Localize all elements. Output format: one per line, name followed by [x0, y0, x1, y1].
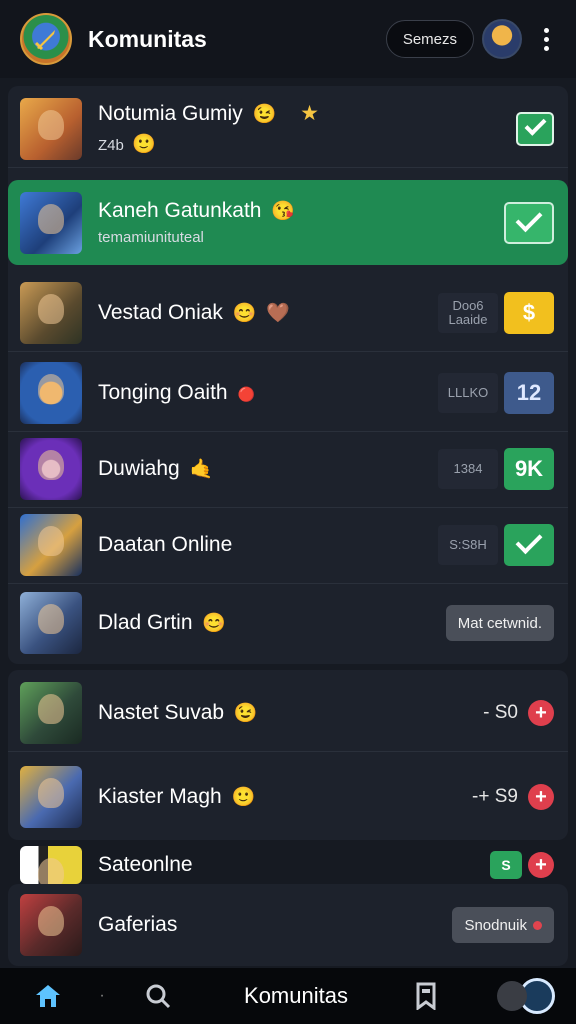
emoji: 🤙 [189, 458, 214, 480]
bottom-navigation: · Komunitas [0, 968, 576, 1024]
row-title: Daatan Online [98, 532, 233, 556]
community-thumbnail [20, 361, 82, 424]
emoji: 😘 [271, 201, 295, 222]
coin-badge-button[interactable]: $ [504, 291, 554, 334]
add-icon[interactable]: + [528, 784, 554, 810]
emoji: 🔴 [237, 385, 255, 402]
row-subtitle: temamiunituteal [98, 229, 204, 246]
community-thumbnail [20, 437, 82, 500]
nav-community[interactable]: Komunitas [208, 983, 384, 1009]
nav-dot: · [99, 987, 105, 1004]
list-item[interactable]: Vestad Oniak 😊 🤎 Doo6 Laaide $ [8, 274, 568, 352]
home-icon [36, 985, 60, 1007]
community-thumbnail [20, 846, 82, 884]
list-item[interactable]: Nastet Suvab 😉 - S0 + [8, 674, 568, 752]
row-title: Vestad Oniak [98, 300, 223, 324]
app-logo[interactable] [20, 13, 72, 65]
emoji: 😉 [252, 104, 277, 125]
row-title: Tonging Oaith [98, 380, 228, 404]
list-item[interactable]: Dlad Grtin 😊 Mat cetwnid. [8, 584, 568, 662]
member-count: 1384 [438, 448, 498, 489]
list-item[interactable]: Daatan Online S:S8H [8, 506, 568, 584]
emoji: 🙂 [231, 787, 256, 808]
member-count: LLLKO [438, 372, 498, 413]
row-title: Kaneh Gatunkath [98, 199, 262, 222]
member-count: S:S8H [438, 524, 498, 565]
add-icon[interactable]: + [528, 699, 554, 726]
score-value: - S0 [483, 701, 518, 723]
community-thumbnail [20, 281, 82, 344]
list-item[interactable]: Notumia Gumiy 😉 ★ Z4b 🙂 [8, 90, 568, 168]
add-icon[interactable]: + [528, 852, 554, 878]
score-value: -+ S9 [472, 786, 518, 807]
row-title: Dlad Grtin [98, 611, 193, 634]
community-thumbnail [20, 191, 82, 254]
community-thumbnail [20, 894, 82, 956]
nav-profile[interactable] [468, 978, 576, 1014]
profile-icon [497, 981, 527, 1011]
action-label: Snodnuik [464, 916, 527, 934]
count-badge-button[interactable]: 12 [504, 371, 554, 414]
check-icon [524, 113, 546, 136]
community-thumbnail [20, 681, 82, 744]
nav-home[interactable] [0, 983, 96, 1009]
nav-search[interactable] [108, 982, 208, 1010]
emoji: 🙂 [132, 134, 156, 155]
row-title: Sateonlne [98, 853, 193, 876]
community-action-button[interactable]: Snodnuik [452, 907, 554, 943]
count-badge-button[interactable]: 9K [504, 447, 554, 490]
community-thumbnail [20, 766, 82, 828]
list-item[interactable]: Kiaster Magh 🙂 -+ S9 + [8, 758, 568, 836]
search-icon [146, 984, 171, 1009]
page-title: Komunitas [88, 25, 207, 52]
notification-dot [533, 920, 542, 930]
list-item[interactable]: Tonging Oaith 🔴 LLLKO 12 [8, 354, 568, 432]
sword-icon [34, 30, 55, 51]
row-title: Notumia Gumiy [98, 102, 243, 125]
nav-bookmarks[interactable] [384, 982, 468, 1010]
emoji: 😊 [202, 613, 227, 634]
more-options-icon[interactable] [532, 19, 560, 59]
community-thumbnail [20, 592, 82, 654]
avatar[interactable] [482, 19, 522, 59]
list-item[interactable]: Duwiahg 🤙 1384 9K [8, 430, 568, 508]
joined-check-button[interactable] [504, 201, 554, 244]
row-title: Kiaster Magh [98, 785, 222, 808]
app-header: Komunitas Semezs [0, 0, 576, 78]
joined-check-button[interactable] [504, 523, 554, 566]
emoji: 😊 [232, 302, 257, 324]
list-item[interactable]: Gaferias Snodnuik [8, 886, 568, 964]
row-title: Duwiahg [98, 456, 180, 480]
nav-community-label: Komunitas [244, 983, 348, 1008]
check-icon [515, 204, 543, 232]
emoji: 😉 [233, 702, 258, 724]
row-subtitle: Z4b [98, 137, 124, 154]
row-title: Nastet Suvab [98, 700, 225, 724]
check-icon [515, 526, 543, 554]
search-button[interactable]: Semezs [385, 20, 474, 58]
community-action-button[interactable]: Mat cetwnid. [445, 605, 554, 641]
bookmark-icon [416, 982, 436, 1010]
emoji: 🤎 [266, 302, 290, 324]
community-thumbnail [20, 97, 82, 160]
star-icon: ★ [300, 102, 319, 125]
joined-check-button[interactable] [516, 111, 554, 146]
list-item[interactable]: Sateonlne S + [8, 846, 568, 884]
list-item-selected[interactable]: Kaneh Gatunkath 😘 temamiunituteal [8, 180, 568, 265]
count-badge-button[interactable]: S [490, 851, 522, 879]
community-thumbnail [20, 513, 82, 576]
member-count: Doo6 Laaide [438, 292, 498, 333]
row-title: Gaferias [98, 913, 178, 936]
